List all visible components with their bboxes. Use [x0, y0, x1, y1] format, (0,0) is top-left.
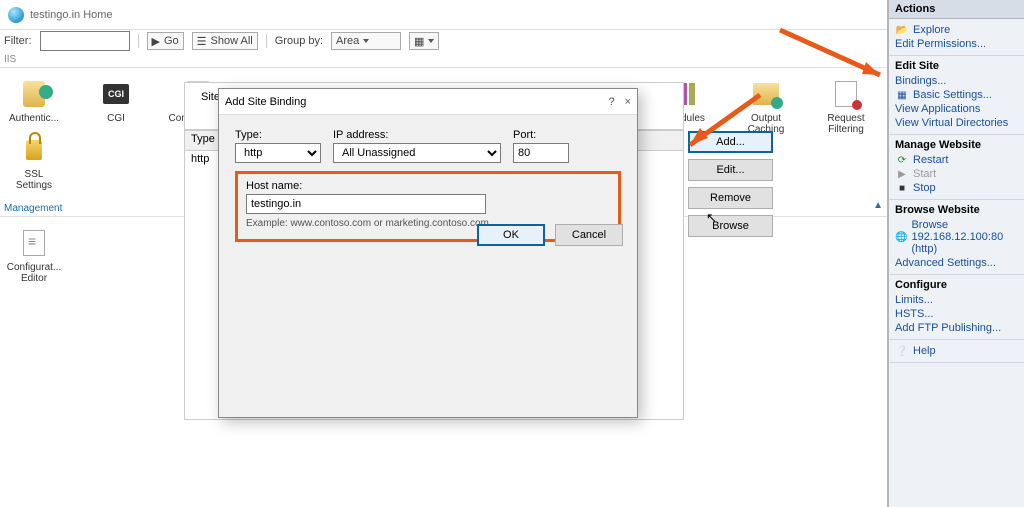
actions-header: Actions: [889, 0, 1024, 19]
port-input[interactable]: [513, 143, 569, 163]
document-icon: [23, 230, 45, 256]
section-iis: IIS: [0, 52, 887, 68]
type-select[interactable]: http: [235, 143, 321, 163]
actions-pane: Actions 📂Explore Edit Permissions... Edi…: [888, 0, 1024, 507]
bindings-edit-button[interactable]: Edit...: [688, 159, 773, 181]
bindings-browse-button[interactable]: Browse: [688, 215, 773, 237]
cancel-button[interactable]: Cancel: [555, 224, 623, 246]
port-label: Port:: [513, 129, 569, 141]
action-restart[interactable]: ⟳Restart: [895, 153, 1018, 167]
action-explore[interactable]: 📂Explore: [895, 23, 1018, 37]
lock-icon: [26, 140, 42, 160]
ok-button[interactable]: OK: [477, 224, 545, 246]
ip-select[interactable]: All Unassigned: [333, 143, 501, 163]
help-icon: ❔: [895, 346, 909, 357]
configure-header: Configure: [895, 279, 1018, 291]
action-stop[interactable]: ■Stop: [895, 181, 1018, 195]
action-view-applications[interactable]: View Applications: [895, 102, 1018, 116]
collapse-chevron-icon[interactable]: ▲: [873, 200, 883, 211]
dialog-title: Add Site Binding: [225, 96, 306, 108]
ip-label: IP address:: [333, 129, 501, 141]
edit-site-header: Edit Site: [895, 60, 1018, 72]
globe-icon: [8, 7, 24, 23]
feature-request-filtering[interactable]: Request Filtering: [820, 78, 872, 135]
feature-cgi[interactable]: CGICGI: [90, 78, 142, 124]
action-start[interactable]: ▶Start: [895, 167, 1018, 181]
hostname-input[interactable]: [246, 194, 486, 214]
bindings-add-button[interactable]: Add...: [688, 131, 773, 153]
feature-output-caching[interactable]: Output Caching: [740, 78, 792, 135]
view-mode-button[interactable]: ▦: [409, 32, 439, 50]
go-button[interactable]: ▶ Go: [147, 32, 184, 50]
restart-icon: ⟳: [895, 155, 909, 166]
bindings-remove-button[interactable]: Remove: [688, 187, 773, 209]
action-help[interactable]: ❔Help: [895, 344, 1018, 358]
action-edit-permissions[interactable]: Edit Permissions...: [895, 37, 1018, 51]
document-icon: ▦: [895, 90, 909, 101]
browse-website-header: Browse Website: [895, 204, 1018, 216]
groupby-label: Group by:: [275, 35, 323, 47]
person-key-icon: [23, 81, 45, 107]
groupby-select[interactable]: Area: [331, 32, 401, 50]
feature-authentication[interactable]: Authentic...: [8, 78, 60, 124]
add-site-binding-dialog: Add Site Binding ? × Type: http IP addre…: [218, 88, 638, 418]
page-title: testingo.in Home: [0, 0, 887, 30]
folder-icon: 📂: [895, 25, 909, 36]
action-browse-site[interactable]: 🌐Browse 192.168.12.100:80 (http): [895, 218, 1018, 256]
action-advanced-settings[interactable]: Advanced Settings...: [895, 256, 1018, 270]
type-label: Type:: [235, 129, 321, 141]
action-add-ftp[interactable]: Add FTP Publishing...: [895, 321, 1018, 335]
cache-icon: [753, 83, 779, 105]
showall-button[interactable]: ☰ Show All: [192, 32, 258, 50]
cgi-icon: CGI: [103, 84, 129, 104]
feature-config-editor[interactable]: Configurat... Editor: [8, 227, 60, 284]
action-bindings[interactable]: Bindings...: [895, 74, 1018, 88]
stop-icon: ■: [895, 183, 909, 194]
filter-label: Filter:: [4, 35, 32, 47]
toolbar: Filter: ▶ Go ☰ Show All Group by: Area ▦: [0, 30, 887, 52]
play-icon: ▶: [895, 169, 909, 180]
feature-ssl[interactable]: SSL Settings: [8, 134, 60, 191]
action-limits[interactable]: Limits...: [895, 293, 1018, 307]
globe-icon: 🌐: [895, 232, 907, 243]
action-hsts[interactable]: HSTS...: [895, 307, 1018, 321]
dialog-help-button[interactable]: ?: [608, 96, 614, 108]
action-basic-settings[interactable]: ▦Basic Settings...: [895, 88, 1018, 102]
filter-icon: [835, 81, 857, 107]
filter-input[interactable]: [40, 31, 130, 51]
manage-website-header: Manage Website: [895, 139, 1018, 151]
action-view-virtual-dirs[interactable]: View Virtual Directories: [895, 116, 1018, 130]
hostname-label: Host name:: [246, 180, 302, 192]
dialog-close-button[interactable]: ×: [625, 96, 631, 108]
